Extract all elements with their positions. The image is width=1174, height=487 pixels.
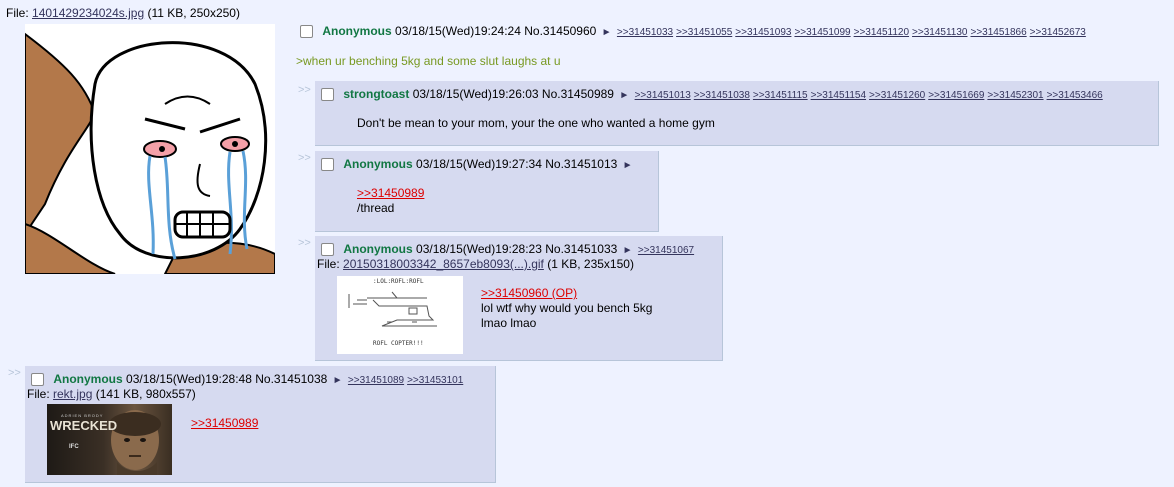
op-post-number[interactable]: No.31450960 [524, 24, 596, 38]
reply-select-checkbox[interactable] [31, 373, 44, 387]
reply-backlinks: >>31451067 [638, 242, 697, 256]
op-file-link[interactable]: 1401429234024s.jpg [32, 6, 144, 20]
reply-message: Don't be mean to your mom, your the one … [357, 116, 715, 130]
reply-post: strongtoast 03/18/15(Wed)19:26:03 No.314… [315, 81, 1159, 146]
op-file-meta: (11 KB, 250x250) [147, 6, 240, 20]
backlink[interactable]: >>31451130 [912, 27, 967, 38]
thumbnail-caption-bottom: ROFL COPTER!!! [373, 340, 424, 347]
reply-message: /thread [357, 201, 395, 215]
reply-backlinks: >>31451013 >>31451038 >>31451115 >>31451154… [635, 87, 1106, 101]
reply-backlinks: >>31451089 >>31453101 [348, 372, 466, 386]
reply-select-checkbox[interactable] [321, 88, 334, 102]
reply-post-number[interactable]: No.31451013 [545, 157, 617, 171]
backlink[interactable]: >>31452673 [1030, 27, 1086, 38]
reply-poster-name: Anonymous [343, 157, 413, 171]
reply-side-arrows: >> [298, 237, 311, 249]
reply-file-info: File: rekt.jpg (141 KB, 980x557) [27, 387, 196, 401]
op-file-label: File: [6, 6, 29, 20]
reply-header: Anonymous 03/18/15(Wed)19:28:48 No.31451… [31, 372, 466, 387]
backlink[interactable]: >>31451866 [970, 27, 1026, 38]
reply-file-label: File: [317, 257, 340, 271]
reply-post-number[interactable]: No.31451033 [545, 242, 617, 256]
backlink[interactable]: >>31451033 [617, 27, 673, 38]
reply-poster-name: strongtoast [343, 87, 410, 101]
reply-post: Anonymous 03/18/15(Wed)19:28:48 No.31451… [25, 366, 496, 483]
reply-post-date: 03/18/15(Wed)19:28:23 [416, 242, 542, 256]
reply-post-number[interactable]: No.31450989 [542, 87, 614, 101]
backlink[interactable]: >>31451260 [869, 90, 925, 101]
thumbnail-brand-text: IFC [69, 444, 79, 450]
backlink[interactable]: >>31451099 [794, 27, 850, 38]
thumbnail-title-text: WRECKED [50, 418, 118, 433]
backlink[interactable]: >>31451089 [348, 375, 404, 386]
reply-thumbnail[interactable]: ADRIEN BRODY WRECKED IFC [47, 404, 172, 475]
op-menu-arrow-icon[interactable]: ► [602, 27, 612, 38]
backlink[interactable]: >>31451115 [753, 90, 808, 101]
reply-post: Anonymous 03/18/15(Wed)19:28:23 No.31451… [315, 236, 723, 361]
op-backlinks: >>31451033 >>31451055 >>31451093 >>31451099… [617, 24, 1089, 38]
reply-message-line: lol wtf why would you bench 5kg [481, 301, 653, 315]
reply-poster-name: Anonymous [53, 372, 123, 386]
reply-poster-name: Anonymous [343, 242, 413, 256]
reply-menu-arrow-icon[interactable]: ► [623, 245, 633, 256]
backlink[interactable]: >>31451038 [694, 90, 750, 101]
backlink[interactable]: >>31453101 [407, 375, 463, 386]
op-poster-name: Anonymous [322, 24, 392, 38]
reply-select-checkbox[interactable] [321, 243, 334, 257]
reply-side-arrows: >> [8, 367, 21, 379]
reply-quote-link[interactable]: >>31450989 [357, 186, 424, 200]
reply-side-arrows: >> [298, 152, 311, 164]
reply-file-link[interactable]: rekt.jpg [53, 387, 92, 401]
backlink[interactable]: >>31451055 [676, 27, 732, 38]
backlink[interactable]: >>31451669 [928, 90, 984, 101]
backlink[interactable]: >>31451067 [638, 245, 694, 256]
reply-side-arrows: >> [298, 84, 311, 96]
backlink[interactable]: >>31451013 [635, 90, 691, 101]
op-post-header: Anonymous 03/18/15(Wed)19:24:24 No.31450… [300, 24, 1089, 39]
op-thumbnail[interactable] [25, 24, 275, 274]
reply-file-info: File: 20150318003342_8657eb8093(...).gif… [317, 257, 634, 271]
reply-menu-arrow-icon[interactable]: ► [623, 160, 633, 171]
reply-menu-arrow-icon[interactable]: ► [619, 90, 629, 101]
backlink[interactable]: >>31453466 [1047, 90, 1103, 101]
reply-quote-link[interactable]: >>31450960 (OP) [481, 286, 577, 300]
reply-header: Anonymous 03/18/15(Wed)19:27:34 No.31451… [321, 157, 635, 172]
op-message: >when ur benching 5kg and some slut laug… [296, 54, 561, 68]
reply-thumbnail[interactable]: :LOL:ROFL:ROFL ROFL COPTER!!! [337, 276, 463, 354]
reply-message-line: lmao lmao [481, 316, 537, 330]
reply-post-date: 03/18/15(Wed)19:27:34 [416, 157, 542, 171]
reply-post-date: 03/18/15(Wed)19:26:03 [412, 87, 539, 101]
reply-header: Anonymous 03/18/15(Wed)19:28:23 No.31451… [321, 242, 697, 257]
reply-post: Anonymous 03/18/15(Wed)19:27:34 No.31451… [315, 151, 659, 232]
reply-post-date: 03/18/15(Wed)19:28:48 [126, 372, 252, 386]
reply-file-label: File: [27, 387, 50, 401]
backlink[interactable]: >>31452301 [987, 90, 1043, 101]
reply-quote-link[interactable]: >>31450989 [191, 416, 258, 430]
reply-file-link[interactable]: 20150318003342_8657eb8093(...).gif [343, 257, 544, 271]
backlink[interactable]: >>31451154 [811, 90, 866, 101]
op-select-checkbox[interactable] [300, 25, 313, 39]
reply-select-checkbox[interactable] [321, 158, 334, 172]
reply-menu-arrow-icon[interactable]: ► [333, 375, 343, 386]
backlink[interactable]: >>31451093 [735, 27, 791, 38]
reply-post-number[interactable]: No.31451038 [255, 372, 327, 386]
reply-file-meta: (1 KB, 235x150) [547, 257, 634, 271]
backlink[interactable]: >>31451120 [854, 27, 909, 38]
op-post-date: 03/18/15(Wed)19:24:24 [395, 24, 521, 38]
reply-header: strongtoast 03/18/15(Wed)19:26:03 No.314… [321, 87, 1106, 102]
reply-file-meta: (141 KB, 980x557) [95, 387, 196, 401]
op-file-info: File: 1401429234024s.jpg (11 KB, 250x250… [6, 6, 240, 20]
